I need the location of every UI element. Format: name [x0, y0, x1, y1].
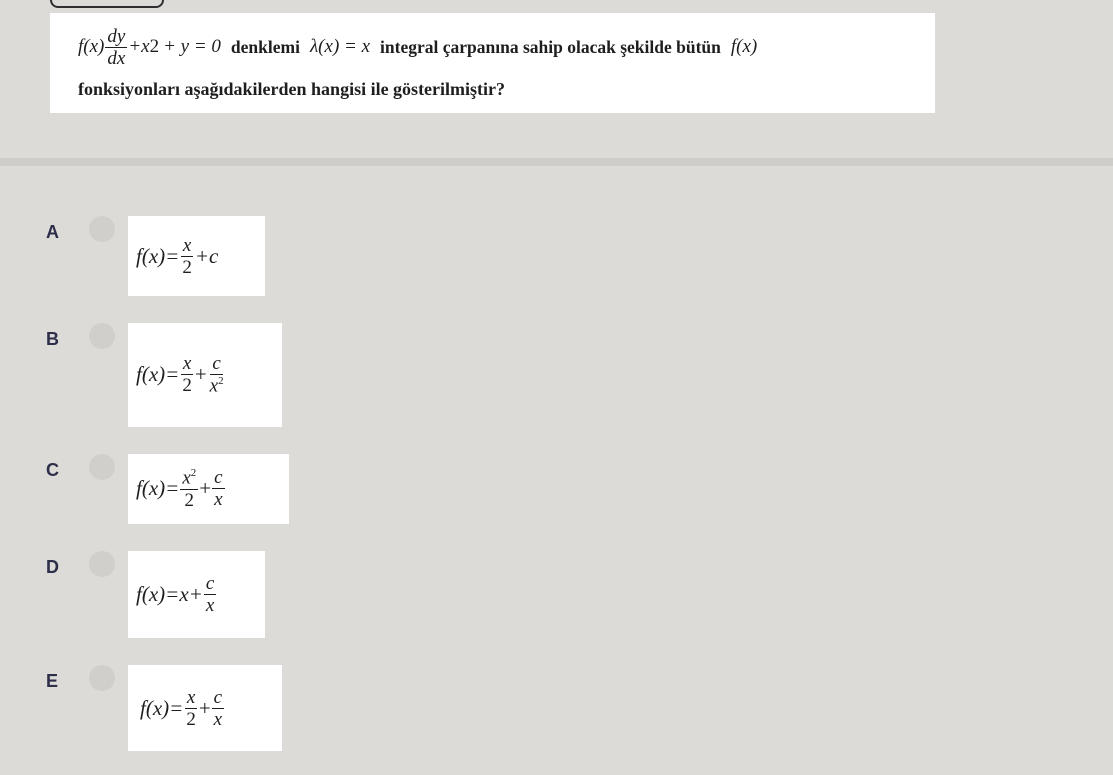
option-b-fraction-2: c x2 [208, 354, 226, 395]
option-e-plus: + [198, 695, 211, 720]
option-c-frac1-num: x2 [180, 467, 199, 490]
option-a-letter: A [46, 222, 59, 242]
question-lambda: λ(x) = x [309, 36, 371, 57]
question-plus-y: + y = 0 [163, 36, 221, 57]
option-e-frac1-num: x [184, 686, 198, 709]
option-b-frac2-num: c [210, 353, 223, 376]
question-plus-x: +x [128, 36, 150, 57]
option-d-fraction: c x [203, 573, 217, 616]
option-d-frac-num: c [203, 573, 217, 595]
option-a-frac-den: 2 [182, 256, 192, 278]
option-a-fraction: x 2 [180, 236, 194, 277]
option-b-lhs: f(x)= [136, 362, 180, 387]
option-e-radio[interactable] [89, 665, 115, 691]
option-c-frac2-den: x [214, 489, 223, 511]
option-b-frac2-den-base: x [209, 375, 219, 397]
option-b-frac1-den: 2 [182, 375, 192, 397]
option-b-frac2-den: x2 [208, 375, 226, 397]
option-c-fraction-2: c x [212, 467, 225, 511]
option-c-frac2-num: c [212, 467, 225, 490]
question-line-2: fonksiyonları aşağıdakilerden hangisi il… [78, 79, 506, 99]
option-e-frac2-den: x [213, 708, 223, 730]
option-b-formula: f(x)= x 2 + c x2 [128, 354, 227, 395]
option-c-frac1-den: 2 [184, 489, 195, 511]
option-c-lhs: f(x)= [136, 476, 180, 501]
option-e-fraction-2: c x [211, 686, 225, 730]
option-e-lhs: f(x)= [140, 695, 184, 720]
option-c-plus: + [199, 476, 212, 501]
option-c-letter: C [46, 460, 59, 480]
option-c-frac1-num-base: x [182, 467, 191, 489]
option-b-fraction-1: x 2 [180, 354, 194, 395]
option-d-answer[interactable]: f(x)=x+ c x [128, 551, 265, 638]
option-c-answer[interactable]: f(x)= x2 2 + c x [128, 454, 289, 524]
option-c-radio[interactable] [89, 454, 115, 480]
option-e-frac1-den: 2 [186, 708, 196, 730]
option-a-frac-num: x [180, 234, 194, 257]
option-a-radio[interactable] [89, 216, 115, 242]
question-line-1: f(x) dy dx +x 2 + y = 0 denklemi λ(x) = x… [78, 23, 757, 71]
option-a-answer[interactable]: f(x)= x 2 +c [128, 216, 265, 296]
question-fx-end: f(x) [730, 36, 758, 57]
option-c-fraction-1: x2 2 [180, 467, 199, 511]
question-card: f(x) dy dx +x 2 + y = 0 denklemi λ(x) = x… [50, 13, 935, 113]
option-c-formula: f(x)= x2 2 + c x [128, 467, 226, 511]
question-word-denklemi: denklemi [230, 36, 300, 57]
question-dx: dx [107, 47, 126, 69]
question-dy: dy [105, 25, 128, 48]
option-a-lhs: f(x)= [136, 243, 180, 268]
section-divider [0, 158, 1113, 166]
option-d-frac-den: x [205, 595, 215, 616]
question-derivative: dy dx [105, 25, 128, 69]
question-fx: f(x) [78, 36, 105, 57]
option-e-fraction-1: x 2 [184, 688, 198, 729]
option-d-radio[interactable] [89, 551, 115, 577]
option-b-letter: B [46, 329, 59, 349]
option-d-letter: D [46, 557, 59, 577]
option-a-formula: f(x)= x 2 +c [128, 236, 218, 277]
option-d-formula: f(x)=x+ c x [128, 574, 217, 615]
option-b-frac2-den-sup: 2 [218, 375, 224, 388]
question-text-tail: integral çarpanına sahip olacak şekilde … [380, 36, 721, 57]
top-tab-outline [50, 0, 164, 8]
option-e-formula: f(x)= x 2 + c x [128, 688, 225, 729]
option-b-radio[interactable] [89, 323, 115, 349]
option-b-plus: + [194, 362, 207, 387]
option-e-frac2-num: c [211, 686, 225, 709]
option-b-frac1-num: x [180, 353, 194, 376]
option-e-letter: E [46, 671, 59, 691]
option-b-answer[interactable]: f(x)= x 2 + c x2 [128, 323, 282, 427]
question-square: 2 [149, 36, 160, 57]
option-a-rest: +c [194, 243, 219, 268]
option-c-frac1-num-sup: 2 [190, 467, 197, 480]
option-d-lhs: f(x)=x+ [136, 582, 203, 606]
option-e-answer[interactable]: f(x)= x 2 + c x [128, 665, 282, 751]
